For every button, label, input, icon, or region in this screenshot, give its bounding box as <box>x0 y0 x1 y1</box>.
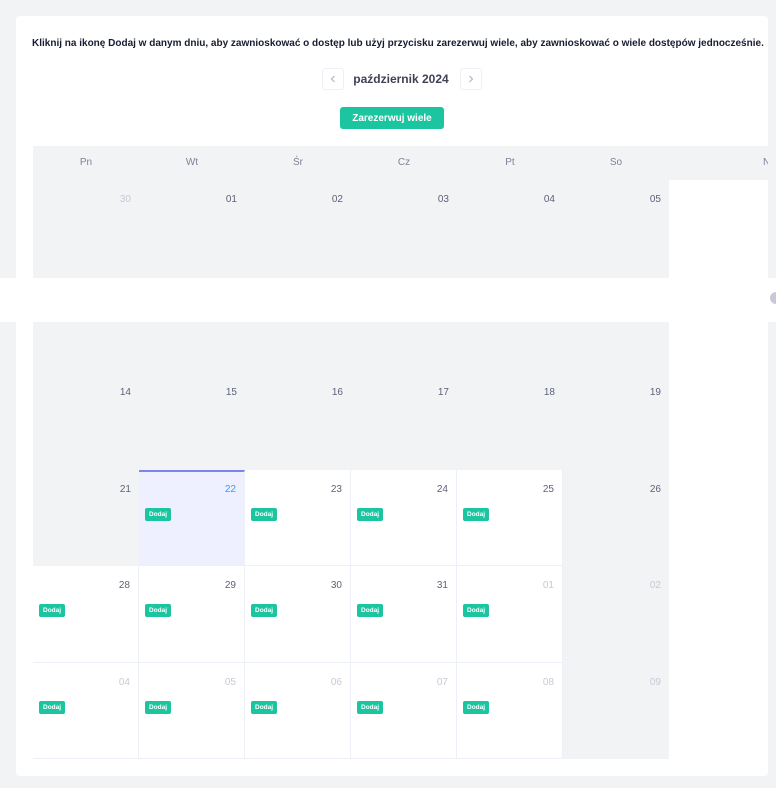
day-number: 29 <box>224 580 236 591</box>
day-number: 06 <box>330 676 342 688</box>
weekday-label: Pt <box>505 157 515 168</box>
add-button[interactable]: Dodaj <box>463 700 490 714</box>
calendar-day: 03 <box>351 180 457 277</box>
calendar-day[interactable]: 31 Dodaj <box>351 566 457 663</box>
calendar-day[interactable]: 24 Dodaj <box>351 469 457 566</box>
day-number: 04 <box>543 194 555 205</box>
calendar-day[interactable]: 29 Dodaj <box>139 566 245 663</box>
day-number: 24 <box>436 483 448 495</box>
calendar-day[interactable]: 01 Dodaj <box>457 566 563 663</box>
month-navigation: październik 2024 <box>16 68 768 90</box>
previous-month-button[interactable] <box>322 68 344 90</box>
calendar-day: 30 <box>33 180 139 277</box>
add-button[interactable]: Dodaj <box>251 507 278 521</box>
calendar-day: 21 <box>33 469 139 566</box>
add-button[interactable]: Dodaj <box>463 507 490 521</box>
calendar-day: 02 <box>563 566 669 663</box>
calendar-day: 19 <box>563 373 669 470</box>
calendar-day: 04 <box>457 180 563 277</box>
day-number: 14 <box>119 387 131 398</box>
day-number: 07 <box>436 676 448 688</box>
add-button[interactable]: Dodaj <box>463 604 490 617</box>
calendar-day[interactable]: 06 Dodaj <box>245 662 351 759</box>
add-button[interactable]: Dodaj <box>145 700 172 714</box>
day-number: 09 <box>649 676 661 688</box>
day-number: 02 <box>649 580 661 591</box>
day-number: 25 <box>542 483 554 495</box>
day-number: 15 <box>225 387 237 398</box>
calendar-day: 16 <box>245 373 351 470</box>
day-number: 31 <box>436 580 448 591</box>
calendar-day[interactable]: 04 Dodaj <box>33 662 139 759</box>
day-number: 30 <box>119 194 131 205</box>
calendar-day[interactable]: 30 Dodaj <box>245 566 351 663</box>
chevron-left-icon <box>330 75 335 83</box>
day-number: 22 <box>224 483 236 495</box>
day-number: 21 <box>119 483 131 495</box>
add-button[interactable]: Dodaj <box>145 604 172 617</box>
day-number: 23 <box>330 483 342 495</box>
calendar-day[interactable]: 23 Dodaj <box>245 469 351 566</box>
calendar-day: 15 <box>139 373 245 470</box>
calendar-day: 17 <box>351 373 457 470</box>
weekday-header: Pn Wt Śr Cz Pt So N <box>33 146 768 180</box>
weekday-label: Śr <box>293 157 303 168</box>
calendar-day: 01 <box>139 180 245 277</box>
day-number: 05 <box>649 194 661 205</box>
day-number: 26 <box>649 483 661 495</box>
calendar-day[interactable]: 05 Dodaj <box>139 662 245 759</box>
day-number: 19 <box>649 387 661 398</box>
add-button[interactable]: Dodaj <box>145 507 172 521</box>
calendar-card: Kliknij na ikonę Dodaj w danym dniu, aby… <box>16 16 768 776</box>
day-number: 05 <box>224 676 236 688</box>
weekday-label: N <box>763 157 768 168</box>
add-button[interactable]: Dodaj <box>357 700 384 714</box>
calendar-day: 05 <box>563 180 669 277</box>
calendar-day[interactable]: 25 Dodaj <box>457 469 563 566</box>
screenshot-gap <box>0 278 776 322</box>
calendar-day[interactable]: 28 Dodaj <box>33 566 139 663</box>
reserve-many-button[interactable]: Zarezerwuj wiele <box>340 107 444 129</box>
day-number: 01 <box>542 580 554 591</box>
add-button[interactable]: Dodaj <box>357 604 384 617</box>
day-number: 08 <box>542 676 554 688</box>
day-number: 28 <box>118 580 130 591</box>
weekday-label: So <box>609 157 623 168</box>
calendar-day: 09 <box>563 662 669 759</box>
add-button[interactable]: Dodaj <box>39 700 66 714</box>
day-number: 16 <box>331 387 343 398</box>
partial-icon <box>770 292 776 304</box>
month-label: październik 2024 <box>353 72 449 86</box>
add-button[interactable]: Dodaj <box>251 604 278 617</box>
weekday-label: Wt <box>185 157 199 168</box>
next-month-button[interactable] <box>460 68 482 90</box>
calendar-day[interactable]: 07 Dodaj <box>351 662 457 759</box>
day-number: 01 <box>225 194 237 205</box>
day-number: 02 <box>331 194 343 205</box>
day-number: 17 <box>437 387 449 398</box>
calendar-day[interactable]: 08 Dodaj <box>457 662 563 759</box>
calendar-day-today[interactable]: 22 Dodaj <box>139 469 245 566</box>
chevron-right-icon <box>469 75 474 83</box>
calendar-day: 14 <box>33 373 139 470</box>
day-number: 30 <box>330 580 342 591</box>
day-number: 04 <box>118 676 130 688</box>
calendar-day: 18 <box>457 373 563 470</box>
calendar-grid: 30 01 02 03 04 05 14 15 16 17 18 19 21 22 Dodaj 23 Dodaj… <box>33 180 768 760</box>
add-button[interactable]: Dodaj <box>39 604 66 617</box>
day-number: 18 <box>543 387 555 398</box>
instruction-text: Kliknij na ikonę Dodaj w danym dniu, aby… <box>32 38 764 49</box>
weekday-label: Cz <box>397 157 411 168</box>
calendar-day: 26 <box>563 469 669 566</box>
add-button[interactable]: Dodaj <box>251 700 278 714</box>
day-number: 03 <box>437 194 449 205</box>
calendar-day: 02 <box>245 180 351 277</box>
weekday-label: Pn <box>79 157 93 168</box>
add-button[interactable]: Dodaj <box>357 507 384 521</box>
